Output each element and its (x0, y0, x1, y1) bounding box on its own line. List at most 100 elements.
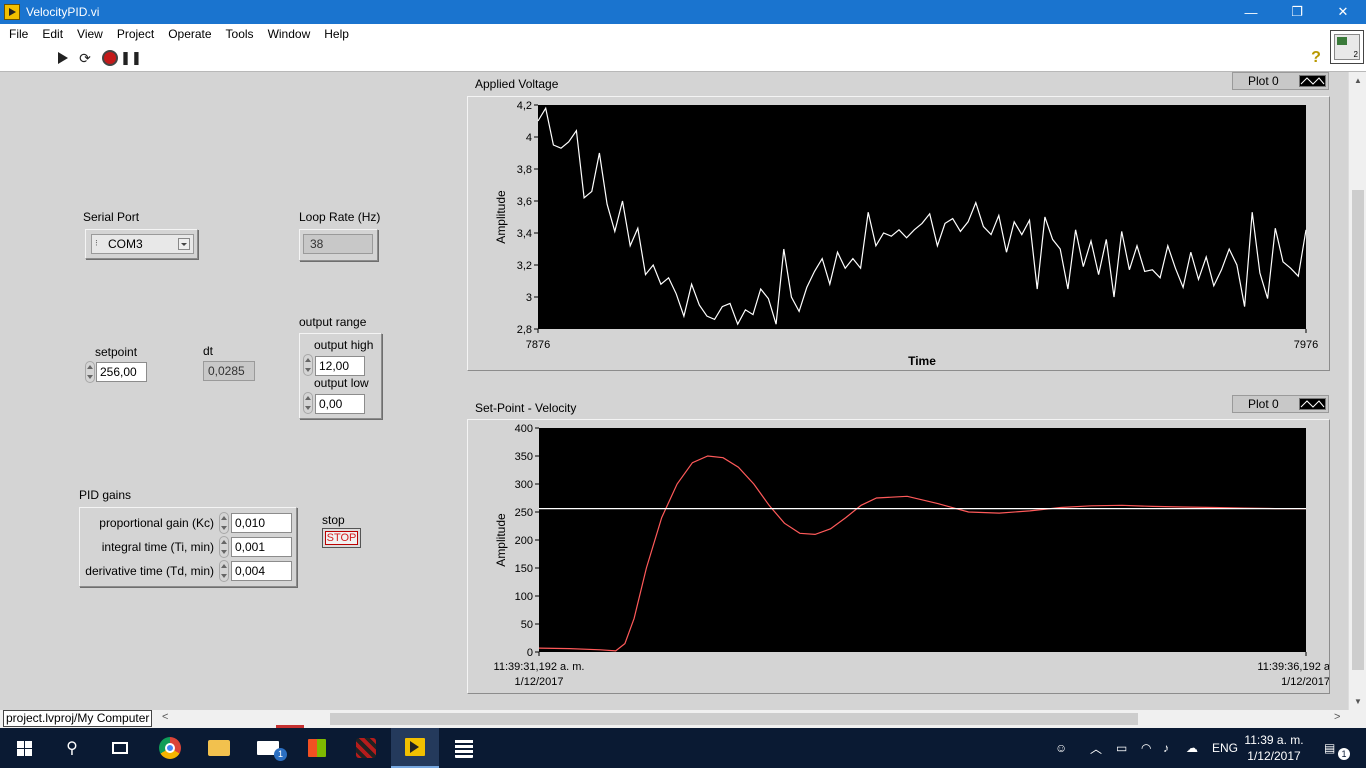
y-tick-label: 300 (515, 479, 533, 491)
close-button[interactable]: ✕ (1320, 0, 1366, 24)
serial-port-label: Serial Port (83, 210, 140, 224)
output-low-input[interactable]: 0,00 (315, 394, 365, 414)
menu-help[interactable]: Help (317, 24, 356, 44)
plot-line-style-icon (1299, 75, 1326, 87)
y-tick-label: 3,2 (517, 260, 532, 272)
td-label: derivative time (Td, min) (85, 564, 214, 578)
vertical-scrollbar[interactable]: ▲ ▼ (1348, 72, 1366, 710)
dt-indicator: 0,0285 (203, 361, 255, 381)
connector-pane-icon[interactable] (1330, 30, 1364, 64)
setpoint-input[interactable]: 256,00 (96, 362, 147, 382)
battery-icon[interactable]: ▭ (1116, 728, 1127, 768)
menu-view[interactable]: View (70, 24, 110, 44)
windows-logo-icon (16, 740, 32, 756)
menu-edit[interactable]: Edit (35, 24, 70, 44)
y-axis-label: Amplitude (494, 513, 508, 567)
system-clock[interactable]: 11:39 a. m. 1/12/2017 (1240, 732, 1308, 764)
menu-window[interactable]: Window (261, 24, 318, 44)
onedrive-icon[interactable]: ☁ (1186, 728, 1198, 768)
labview-vi-taskbar-icon[interactable] (391, 728, 439, 768)
search-icon[interactable]: ⚲ (48, 728, 96, 768)
plot-line-style-icon (1299, 398, 1326, 410)
calculator-icon[interactable] (440, 728, 488, 768)
maximize-button[interactable]: ❐ (1274, 0, 1320, 24)
status-bar: project.lvproj/My Computer < > (0, 710, 1366, 728)
td-input[interactable]: 0,004 (231, 561, 292, 581)
y-tick-label: 3,4 (517, 228, 532, 240)
title-bar: VelocityPID.vi — ❐ ✕ (0, 0, 1366, 24)
loop-rate-label: Loop Rate (Hz) (299, 210, 381, 224)
output-low-increment-icon[interactable] (303, 392, 313, 414)
scroll-up-icon[interactable]: ▲ (1354, 76, 1362, 85)
x-tick-label: 1/12/2017 (515, 676, 564, 688)
menu-tools[interactable]: Tools (219, 24, 261, 44)
clock-time: 11:39 a. m. (1244, 733, 1304, 747)
scroll-right-icon[interactable]: > (1334, 711, 1340, 723)
setpoint-label: setpoint (95, 345, 138, 359)
dropdown-arrow-icon[interactable] (178, 238, 190, 250)
menu-bar: File Edit View Project Operate Tools Win… (0, 24, 1366, 44)
x-tick-label: 11:39:31,192 a. m. (494, 661, 585, 673)
scroll-down-icon[interactable]: ▼ (1354, 697, 1362, 706)
store-icon[interactable] (293, 728, 341, 768)
context-help-icon[interactable]: ? (1308, 49, 1324, 66)
file-explorer-icon[interactable] (195, 728, 243, 768)
y-tick-label: 100 (515, 591, 533, 603)
applied-voltage-plot-legend[interactable]: Plot 0 (1232, 72, 1329, 90)
setpoint-velocity-graph[interactable]: 0 50 100 150 200 250 300 350 400 11:39:31,192 a. … (468, 420, 1329, 693)
vertical-scroll-thumb[interactable] (1352, 190, 1364, 670)
minimize-button[interactable]: — (1228, 0, 1274, 24)
menu-operate[interactable]: Operate (161, 24, 218, 44)
mail-icon[interactable]: 1 (244, 728, 292, 768)
kc-input[interactable]: 0,010 (231, 513, 292, 533)
scroll-left-icon[interactable]: < (162, 711, 168, 723)
td-increment-icon[interactable] (219, 560, 229, 582)
y-tick-label: 0 (527, 647, 533, 659)
show-hidden-icons[interactable]: ︿ (1090, 728, 1102, 768)
run-arrow-icon[interactable] (55, 50, 71, 66)
y-tick-label: 3,6 (517, 196, 532, 208)
setpoint-velocity-plot-legend[interactable]: Plot 0 (1232, 395, 1329, 413)
output-high-label: output high (314, 338, 374, 352)
notifications-badge: 1 (1338, 748, 1350, 760)
applied-voltage-graph[interactable]: 2,8 3 3,2 3,4 3,6 3,8 4 4,2 7876 7976 Time Amplitud… (468, 97, 1329, 370)
y-tick-label: 4,2 (517, 100, 532, 112)
output-range-cluster: output high 12,00 output low 0,00 (299, 333, 382, 419)
ti-increment-icon[interactable] (219, 536, 229, 558)
run-continuously-icon[interactable]: ⟳ (77, 50, 93, 66)
toolbar: ⟳ ❚❚ ? (0, 44, 1366, 72)
chrome-icon[interactable] (146, 728, 194, 768)
loop-rate-indicator: 38 (299, 229, 378, 261)
people-icon[interactable]: ☺ (1055, 728, 1067, 768)
kc-increment-icon[interactable] (219, 512, 229, 534)
task-view-icon[interactable] (96, 728, 144, 768)
pid-gains-cluster: proportional gain (Kc) 0,010 integral ti… (79, 507, 297, 587)
y-tick-label: 2,8 (517, 324, 532, 336)
setpoint-increment-icon[interactable] (85, 361, 95, 383)
y-axis-label: Amplitude (494, 190, 508, 244)
labview-project-icon[interactable] (342, 728, 390, 768)
labview-vi-icon (4, 4, 20, 20)
ti-label: integral time (Ti, min) (101, 540, 214, 554)
mail-badge: 1 (274, 748, 287, 761)
output-high-input[interactable]: 12,00 (315, 356, 365, 376)
output-high-increment-icon[interactable] (303, 354, 313, 376)
ti-input[interactable]: 0,001 (231, 537, 292, 557)
stop-button[interactable]: STOP (322, 528, 361, 548)
input-language[interactable]: ENG (1212, 728, 1238, 768)
pid-gains-label: PID gains (79, 488, 132, 502)
start-button[interactable] (0, 728, 48, 768)
action-center-icon[interactable]: ▤ (1324, 728, 1335, 768)
applied-voltage-graph-frame: 2,8 3 3,2 3,4 3,6 3,8 4 4,2 7876 7976 Time Amplitud… (467, 96, 1330, 371)
menu-project[interactable]: Project (110, 24, 161, 44)
serial-port-selector[interactable]: ⁝ COM3 (91, 234, 194, 254)
project-path[interactable]: project.lvproj/My Computer (3, 710, 153, 727)
x-tick-label: 7976 (1294, 339, 1318, 351)
menu-file[interactable]: File (0, 24, 35, 44)
volume-icon[interactable]: ♪ (1163, 728, 1169, 768)
horizontal-scroll-thumb[interactable] (330, 713, 1138, 725)
wifi-icon[interactable]: ◠ (1141, 728, 1151, 768)
y-tick-label: 4 (526, 132, 532, 144)
pause-icon[interactable]: ❚❚ (120, 50, 142, 66)
abort-execution-icon[interactable] (102, 50, 118, 66)
